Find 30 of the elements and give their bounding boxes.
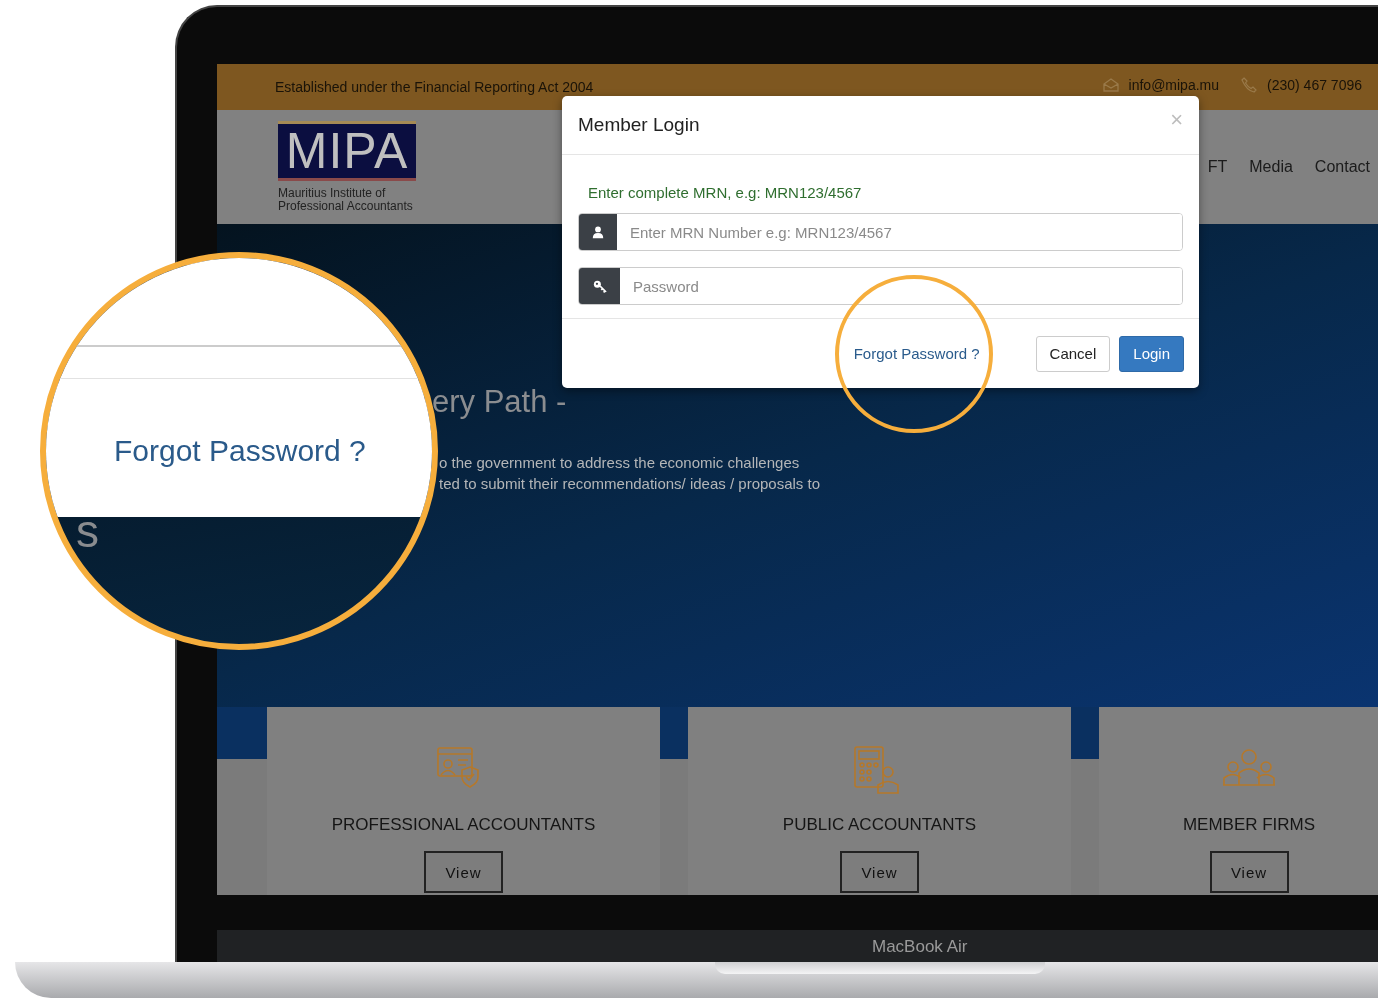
nav-link[interactable]: FT <box>1207 158 1228 176</box>
input-field[interactable]: Password <box>578 267 1183 305</box>
view-button[interactable]: View <box>424 851 503 893</box>
dialog-title: Member Login <box>578 114 700 136</box>
forgot-password-link[interactable]: Forgot Password ? <box>114 434 366 468</box>
logo: MIPA Mauritius Institute of Professional Accountants <box>278 121 416 213</box>
view-button[interactable]: View <box>840 851 919 893</box>
nav-link[interactable]: Media <box>1249 158 1293 176</box>
card-title: MEMBER FIRMS <box>1182 815 1316 835</box>
forgot-password-link[interactable]: Forgot Password ? <box>853 345 980 362</box>
login-button[interactable]: Login <box>1119 335 1184 372</box>
envelope-icon <box>1102 78 1119 92</box>
hint-text: Enter complete MRN, e.g: MRN123/4567 <box>587 184 863 201</box>
hero-text-line: o the government to address the economic challenges <box>439 453 801 473</box>
tagline: Established under the Financial Reporting Act 2004 <box>275 79 594 95</box>
input-field[interactable]: Enter MRN Number e.g: MRN123/4567 <box>578 213 1183 251</box>
cancel-button[interactable]: Cancel <box>1035 335 1111 372</box>
card-title: PROFESSIONAL ACCOUNTANTS <box>331 815 596 835</box>
hero-title: ery Path - <box>432 384 568 420</box>
user-icon <box>591 225 605 239</box>
phone-icon <box>1241 77 1258 93</box>
card-title: PUBLIC ACCOUNTANTS <box>782 815 977 835</box>
heading-fragment: s <box>76 504 99 558</box>
hero-text-line: ted to submit their recommendations/ ideas / proposals to <box>439 474 822 494</box>
phone-link[interactable]: (230) 467 7096 <box>1267 77 1362 93</box>
email-link[interactable]: info@mipa.mu <box>1128 77 1220 93</box>
device-label: MacBook Air <box>872 937 968 957</box>
key-icon <box>592 279 607 293</box>
view-button[interactable]: View <box>1209 851 1289 893</box>
nav-link[interactable]: Contact <box>1314 158 1370 176</box>
